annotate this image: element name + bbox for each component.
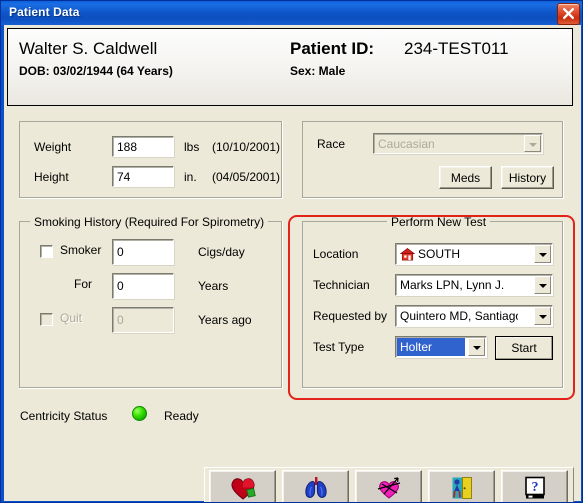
patient-header-panel: Walter S. Caldwell DOB: 03/02/1944 (64 Y… — [7, 28, 573, 106]
quit-checkbox[interactable] — [40, 313, 53, 326]
perform-new-test-group: Perform New Test Location SOUTH Technici… — [302, 215, 564, 389]
patient-id-value: 234-TEST011 — [404, 39, 509, 58]
patient-data-window: Patient Data Walter S. Caldwell DOB: 03/… — [0, 0, 583, 503]
chevron-down-icon — [534, 245, 551, 263]
chevron-down-icon — [524, 135, 541, 152]
requested-by-value: Quintero MD, Santiago S — [400, 309, 518, 323]
dialog-client-area: Walter S. Caldwell DOB: 03/02/1944 (64 Y… — [4, 25, 581, 502]
chevron-down-icon — [468, 338, 485, 356]
height-date: (04/05/2001) — [212, 170, 281, 184]
smoking-history-group: Smoking History (Required For Spirometry… — [19, 215, 283, 389]
technician-dropdown[interactable]: Marks LPN, Lynn J. — [395, 274, 553, 296]
location-label: Location — [313, 247, 359, 261]
window-title: Patient Data — [9, 5, 80, 19]
patient-sex: Sex: Male — [290, 64, 346, 78]
quit-label: Quit — [60, 311, 83, 325]
question-mark-icon: ? — [524, 476, 545, 499]
height-label: Height — [34, 170, 69, 184]
test-type-dropdown[interactable]: Holter — [395, 336, 487, 358]
smoking-years-unit: Years — [198, 279, 229, 293]
history-button[interactable]: History — [501, 166, 554, 189]
test-type-label: Test Type — [313, 340, 365, 354]
patient-dob: DOB: 03/02/1944 (64 Years) — [19, 64, 173, 78]
heart-icon — [230, 478, 256, 500]
location-dropdown[interactable]: SOUTH — [395, 243, 553, 265]
weight-unit: lbs — [184, 140, 200, 154]
chevron-down-icon — [534, 307, 551, 325]
height-unit: in. — [184, 170, 197, 184]
stress-heart-icon — [377, 477, 400, 499]
bottom-toolbar: ecg serial spiro trend — [204, 467, 574, 502]
exit-button[interactable]: exit — [428, 470, 495, 502]
technician-value: Marks LPN, Lynn J. — [400, 278, 505, 292]
requested-by-label: Requested by — [313, 309, 388, 323]
race-value: Caucasian — [378, 137, 435, 151]
smoking-history-title: Smoking History (Required For Spirometry… — [30, 215, 269, 229]
stress-cmp-button[interactable]: stress cmp — [355, 470, 422, 502]
help-button[interactable]: ? help — [501, 470, 568, 502]
ecg-serial-button[interactable]: ecg serial — [209, 470, 276, 502]
status-led-indicator — [132, 406, 147, 421]
meds-button[interactable]: Meds — [439, 166, 492, 189]
demographics-group: Race Caucasian Meds History — [302, 121, 564, 199]
weight-label: Weight — [34, 140, 72, 154]
centricity-status-label: Centricity Status — [20, 409, 108, 423]
quit-years-ago-unit: Years ago — [198, 313, 252, 327]
exit-door-icon — [452, 477, 472, 499]
weight-input[interactable] — [112, 136, 174, 157]
smoking-years-input[interactable] — [112, 273, 174, 299]
for-label: For — [74, 277, 92, 291]
race-dropdown[interactable]: Caucasian — [373, 133, 543, 154]
chevron-down-icon — [534, 276, 551, 294]
close-button[interactable] — [557, 3, 580, 25]
lungs-icon — [304, 477, 327, 498]
close-x-icon — [563, 7, 574, 19]
title-bar: Patient Data — [1, 1, 582, 25]
cigs-per-day-input[interactable] — [112, 239, 174, 265]
house-icon — [400, 248, 415, 261]
quit-years-ago-input[interactable] — [112, 307, 174, 333]
race-label: Race — [317, 137, 346, 151]
perform-new-test-title: Perform New Test — [387, 215, 491, 229]
start-button[interactable]: Start — [495, 336, 553, 360]
weight-date: (10/10/2001) — [212, 140, 281, 154]
measurements-group: Weight lbs (10/10/2001) Height in. (04/0… — [19, 121, 283, 199]
location-value: SOUTH — [418, 247, 460, 261]
patient-id-label: Patient ID: — [290, 39, 375, 58]
technician-label: Technician — [313, 278, 370, 292]
spiro-trend-button[interactable]: spiro trend — [282, 470, 349, 502]
requested-by-dropdown[interactable]: Quintero MD, Santiago S — [395, 305, 553, 327]
smoker-label: Smoker — [60, 243, 102, 257]
height-input[interactable] — [112, 166, 174, 187]
centricity-status-text: Ready — [164, 409, 199, 423]
cigs-per-day-unit: Cigs/day — [198, 245, 245, 259]
test-type-value: Holter — [397, 338, 465, 356]
svg-text:?: ? — [531, 480, 538, 495]
patient-name: Walter S. Caldwell — [19, 39, 158, 58]
smoker-checkbox[interactable] — [40, 245, 53, 258]
